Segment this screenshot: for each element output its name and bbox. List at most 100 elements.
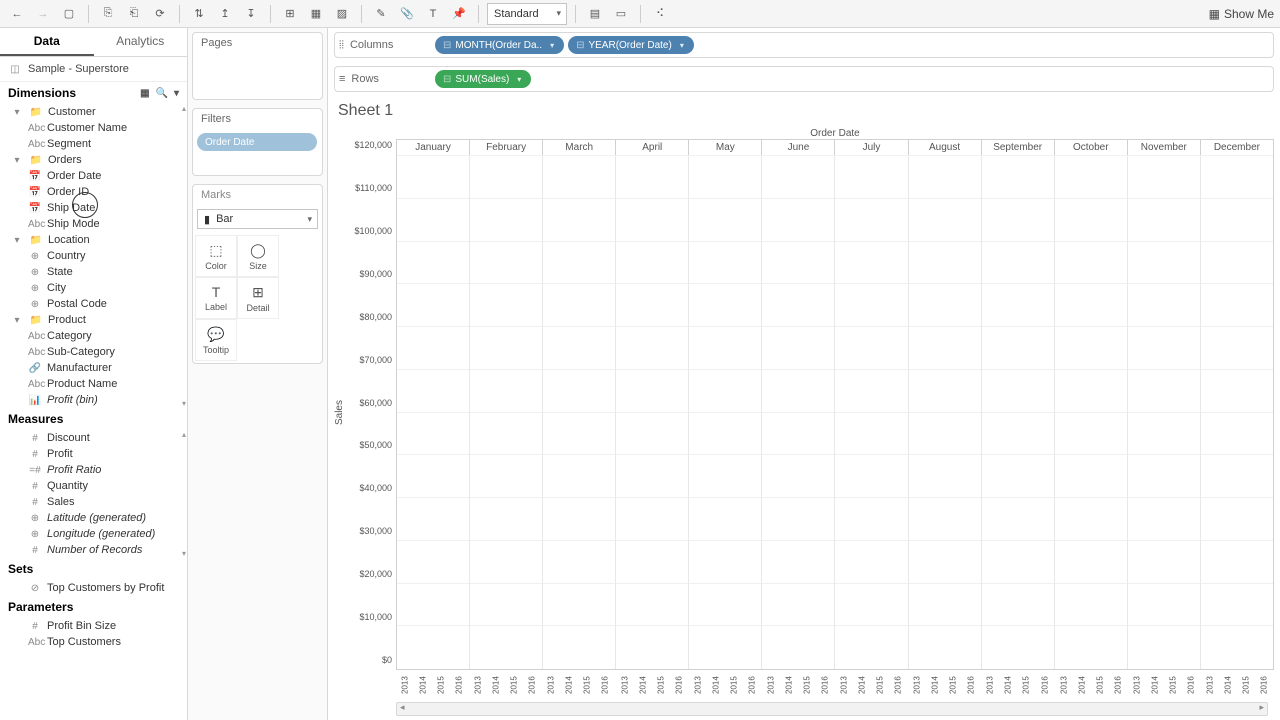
plot-area[interactable] bbox=[396, 155, 1274, 670]
showme-icon: ▦ bbox=[1209, 7, 1220, 21]
presentation-icon[interactable]: ▭ bbox=[610, 3, 632, 25]
type-icon: Abc bbox=[28, 331, 42, 342]
field-segment[interactable]: AbcSegment bbox=[0, 136, 187, 152]
sheet-title[interactable]: Sheet 1 bbox=[328, 96, 1280, 126]
field-profit[interactable]: #Profit bbox=[0, 446, 187, 462]
field-sales[interactable]: #Sales bbox=[0, 494, 187, 510]
sets-header: Sets bbox=[0, 558, 187, 580]
parameters-tree[interactable]: #Profit Bin SizeAbcTop Customers bbox=[0, 618, 187, 650]
pages-shelf[interactable]: Pages bbox=[192, 32, 323, 100]
rows-shelf[interactable]: ≡Rows ⊟SUM(Sales) bbox=[334, 66, 1274, 92]
tab-analytics[interactable]: Analytics bbox=[94, 28, 188, 56]
tooltip-icon: 💬 bbox=[207, 326, 224, 343]
pin-icon[interactable]: 📌 bbox=[448, 3, 470, 25]
detail-icon: ⊞ bbox=[252, 284, 264, 301]
show-cards-icon[interactable]: ▤ bbox=[584, 3, 606, 25]
mark-tooltip[interactable]: 💬Tooltip bbox=[195, 319, 237, 361]
field-customer[interactable]: ▾📁Customer bbox=[0, 104, 187, 120]
field-category[interactable]: AbcCategory bbox=[0, 328, 187, 344]
x-tick: 2014 bbox=[634, 670, 652, 700]
type-icon: 📅 bbox=[28, 171, 42, 182]
month-header: November bbox=[1128, 139, 1201, 155]
field-number-of-records[interactable]: #Number of Records bbox=[0, 542, 187, 558]
field-country[interactable]: ⊕Country bbox=[0, 248, 187, 264]
back-icon[interactable]: ← bbox=[6, 3, 28, 25]
field-postal-code[interactable]: ⊕Postal Code bbox=[0, 296, 187, 312]
horizontal-scrollbar[interactable] bbox=[396, 702, 1268, 716]
menu-icon[interactable]: ▾ bbox=[174, 88, 179, 99]
field-orders[interactable]: ▾📁Orders bbox=[0, 152, 187, 168]
field-profit-bin-size[interactable]: #Profit Bin Size bbox=[0, 618, 187, 634]
field-profit-ratio[interactable]: =#Profit Ratio bbox=[0, 462, 187, 478]
tab-data[interactable]: Data bbox=[0, 28, 94, 56]
field-longitude-generated-[interactable]: ⊕Longitude (generated) bbox=[0, 526, 187, 542]
field-manufacturer[interactable]: 🔗Manufacturer bbox=[0, 360, 187, 376]
mark-label[interactable]: TLabel bbox=[195, 277, 237, 319]
sets-tree[interactable]: ⊘Top Customers by Profit bbox=[0, 580, 187, 596]
size-icon: ◯ bbox=[250, 242, 266, 259]
y-tick: $0 bbox=[382, 655, 392, 665]
forward-icon[interactable]: → bbox=[32, 3, 54, 25]
clear-icon[interactable]: ▨ bbox=[331, 3, 353, 25]
fit-select[interactable]: Standard bbox=[487, 3, 567, 25]
new-data-icon[interactable]: ⎘ bbox=[97, 3, 119, 25]
mark-detail[interactable]: ⊞Detail bbox=[237, 277, 279, 319]
field-ship-mode[interactable]: AbcShip Mode bbox=[0, 216, 187, 232]
type-icon: # bbox=[28, 449, 42, 460]
chart: Order Date JanuaryFebruaryMarchAprilMayJ… bbox=[334, 126, 1274, 716]
field-profit-bin-[interactable]: 📊Profit (bin) bbox=[0, 392, 187, 408]
highlight-icon[interactable]: ✎ bbox=[370, 3, 392, 25]
worksheet-area: ⦙⦙Columns ⊟MONTH(Order Da..⊟YEAR(Order D… bbox=[328, 28, 1280, 720]
columns-shelf[interactable]: ⦙⦙Columns ⊟MONTH(Order Da..⊟YEAR(Order D… bbox=[334, 32, 1274, 58]
dimensions-tree[interactable]: ▾📁CustomerAbcCustomer NameAbcSegment▾📁Or… bbox=[0, 104, 187, 408]
x-tick: 2014 bbox=[780, 670, 798, 700]
field-product[interactable]: ▾📁Product bbox=[0, 312, 187, 328]
field-ship-date[interactable]: 📅Ship Date bbox=[0, 200, 187, 216]
pill-sum-sales-[interactable]: ⊟SUM(Sales) bbox=[435, 70, 531, 88]
refresh-icon[interactable]: ⟳ bbox=[149, 3, 171, 25]
field-quantity[interactable]: #Quantity bbox=[0, 478, 187, 494]
swap-icon[interactable]: ⇅ bbox=[188, 3, 210, 25]
data-source[interactable]: ◫ Sample - Superstore bbox=[0, 57, 187, 82]
field-discount[interactable]: #Discount bbox=[0, 430, 187, 446]
x-tick: 2016 bbox=[450, 670, 468, 700]
sort-asc-icon[interactable]: ↥ bbox=[214, 3, 236, 25]
attach-icon[interactable]: 📎 bbox=[396, 3, 418, 25]
x-tick: 2015 bbox=[1237, 670, 1255, 700]
view-icon[interactable]: ▦ bbox=[140, 88, 149, 99]
worksheet-icon[interactable]: ▦ bbox=[305, 3, 327, 25]
field-location[interactable]: ▾📁Location bbox=[0, 232, 187, 248]
search-icon[interactable]: 🔍 bbox=[156, 88, 168, 99]
data-panel: Data Analytics ◫ Sample - Superstore Dim… bbox=[0, 28, 188, 720]
field-top-customers-by-profit[interactable]: ⊘Top Customers by Profit bbox=[0, 580, 187, 596]
field-order-id[interactable]: 📅Order ID bbox=[0, 184, 187, 200]
field-state[interactable]: ⊕State bbox=[0, 264, 187, 280]
field-city[interactable]: ⊕City bbox=[0, 280, 187, 296]
measures-tree[interactable]: #Discount#Profit=#Profit Ratio#Quantity#… bbox=[0, 430, 187, 558]
filters-shelf[interactable]: Filters Order Date bbox=[192, 108, 323, 176]
mark-type-select[interactable]: ▮Bar bbox=[197, 209, 318, 229]
collapse-icon: ▾ bbox=[10, 235, 24, 246]
x-tick: 2014 bbox=[1219, 670, 1237, 700]
show-me-button[interactable]: ▦Show Me bbox=[1209, 7, 1274, 21]
group-icon[interactable]: ⊞ bbox=[279, 3, 301, 25]
field-top-customers[interactable]: AbcTop Customers bbox=[0, 634, 187, 650]
save-icon[interactable]: ▢ bbox=[58, 3, 80, 25]
month-group bbox=[470, 156, 543, 669]
field-latitude-generated-[interactable]: ⊕Latitude (generated) bbox=[0, 510, 187, 526]
sort-desc-icon[interactable]: ↧ bbox=[240, 3, 262, 25]
text-icon[interactable]: T bbox=[422, 3, 444, 25]
mark-color[interactable]: ⬚Color bbox=[195, 235, 237, 277]
new-sheet-icon[interactable]: ⎗ bbox=[123, 3, 145, 25]
pill-month-order-da-[interactable]: ⊟MONTH(Order Da.. bbox=[435, 36, 564, 54]
pill-year-order-date-[interactable]: ⊟YEAR(Order Date) bbox=[568, 36, 694, 54]
mark-size[interactable]: ◯Size bbox=[237, 235, 279, 277]
field-customer-name[interactable]: AbcCustomer Name bbox=[0, 120, 187, 136]
field-sub-category[interactable]: AbcSub-Category bbox=[0, 344, 187, 360]
share-icon[interactable]: ⠪ bbox=[649, 3, 671, 25]
type-icon: ⊘ bbox=[28, 583, 42, 594]
x-tick: 2013 bbox=[1201, 670, 1219, 700]
field-order-date[interactable]: 📅Order Date bbox=[0, 168, 187, 184]
label-icon: T bbox=[212, 284, 221, 300]
field-product-name[interactable]: AbcProduct Name bbox=[0, 376, 187, 392]
